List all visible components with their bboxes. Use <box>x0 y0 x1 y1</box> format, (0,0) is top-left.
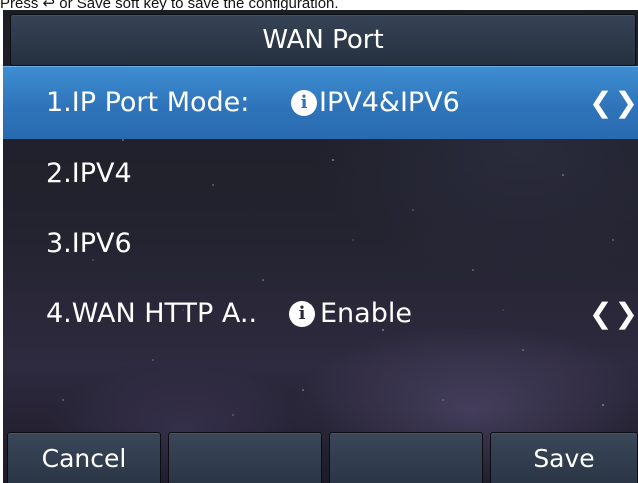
chevron-left-right-icon[interactable]: ❮❯ <box>589 67 638 139</box>
menu-item-label: 4.WAN HTTP A.. <box>46 298 258 329</box>
softkey-bar: Cancel Save <box>3 430 638 483</box>
info-icon: i <box>289 301 315 327</box>
menu-item-label: 1.IP Port Mode: <box>46 87 250 118</box>
menu-item-value: Enable <box>320 298 412 329</box>
title-bar: WAN Port <box>10 14 636 66</box>
info-icon: i <box>291 90 317 116</box>
cancel-softkey[interactable]: Cancel <box>7 432 161 483</box>
page-title: WAN Port <box>262 25 384 55</box>
menu-item-label: 3.IPV6 <box>46 228 132 259</box>
save-softkey[interactable]: Save <box>490 432 638 483</box>
phone-screen: WAN Port 1.IP Port Mode: i IPV4&IPV6 ❮❯ … <box>3 10 638 483</box>
instruction-text: Press ↩ or Save soft key to save the con… <box>0 0 339 10</box>
menu-item-wan-http-access[interactable]: 4.WAN HTTP A.. i Enable ❮❯ <box>3 278 638 350</box>
menu-item-value: IPV4&IPV6 <box>319 87 460 118</box>
chevron-left-right-icon[interactable]: ❮❯ <box>589 278 638 350</box>
menu-item-ipv4[interactable]: 2.IPV4 <box>3 138 638 210</box>
menu-item-ip-port-mode[interactable]: 1.IP Port Mode: i IPV4&IPV6 ❮❯ <box>3 66 638 139</box>
softkey-label: Save <box>533 444 595 473</box>
menu-item-ipv6[interactable]: 3.IPV6 <box>3 208 638 280</box>
softkey-2[interactable] <box>168 432 322 483</box>
softkey-3[interactable] <box>329 432 483 483</box>
softkey-label: Cancel <box>41 444 127 473</box>
menu-item-label: 2.IPV4 <box>46 158 132 189</box>
